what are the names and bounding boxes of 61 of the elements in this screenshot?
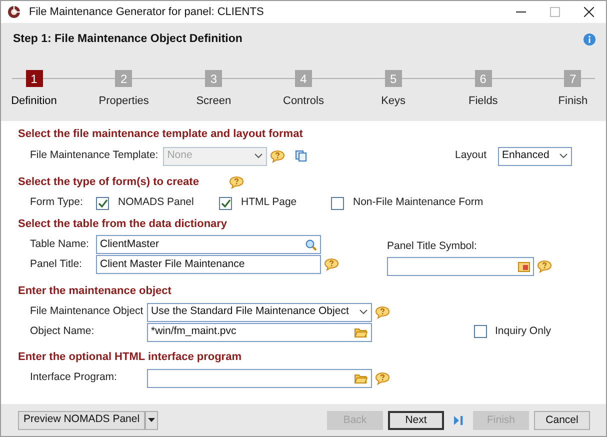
checkbox-label: Non-File Maintenance Form	[353, 195, 484, 210]
help-icon[interactable]	[324, 258, 339, 271]
wizard-button[interactable]: Next	[388, 410, 444, 430]
search-icon[interactable]	[305, 238, 317, 250]
field-label: Table Name:	[30, 236, 90, 252]
object-dropdown[interactable]: Use the Standard File Maintenance Object	[147, 302, 372, 322]
caret-icon	[148, 418, 155, 422]
field-label: Panel Title:	[30, 256, 83, 272]
section-heading: Enter the maintenance object	[18, 286, 172, 297]
section-heading: Select the table from the data dictionary	[18, 219, 228, 230]
step-number[interactable]: 1	[26, 70, 42, 88]
field-label: Layout	[455, 148, 488, 164]
step-label: Properties	[98, 94, 149, 110]
checkbox-label: HTML Page	[241, 195, 297, 210]
skip-to-end-icon[interactable]	[453, 414, 464, 426]
step-title: Step 1: File Maintenance Object Definition	[13, 32, 242, 47]
step-label: Screen	[196, 94, 232, 110]
field-label: Object Name:	[30, 324, 96, 340]
symbol-field[interactable]	[387, 256, 534, 276]
checkbox[interactable]	[331, 196, 344, 210]
help-icon[interactable]	[537, 260, 552, 273]
checkbox-label: NOMADS Panel	[118, 195, 194, 210]
section-heading: Select the type of form(s) to create	[18, 177, 199, 188]
copy-icon[interactable]	[295, 150, 308, 162]
close-icon[interactable]	[584, 7, 594, 17]
step-label: Fields	[468, 94, 498, 110]
text-field[interactable]: ClientMaster	[96, 235, 321, 254]
help-icon[interactable]	[375, 306, 390, 319]
section-heading: Select the file maintenance template and layout format	[18, 129, 304, 140]
step-label: Finish	[558, 94, 588, 110]
checkbox[interactable]	[474, 325, 487, 338]
checkbox[interactable]	[96, 196, 109, 210]
layout-dropdown[interactable]: Enhanced	[498, 146, 572, 166]
field-label: Form Type:	[30, 195, 84, 210]
window-title: File Maintenance Generator for panel: CLIENTS	[29, 4, 265, 20]
step-label: Keys	[381, 94, 406, 110]
help-icon[interactable]	[228, 176, 244, 189]
text-field[interactable]	[147, 368, 372, 388]
field-label: Panel Title Symbol:	[387, 239, 478, 254]
field-label: Interface Program:	[30, 370, 118, 386]
preview-button[interactable]: Preview NOMADS Panel	[18, 410, 145, 430]
dropdown-button[interactable]	[145, 410, 158, 430]
field-label: File Maintenance Object	[30, 304, 144, 320]
section-heading: Enter the optional HTML interface program	[18, 352, 242, 363]
step-label: Definition	[11, 94, 57, 110]
folder-icon[interactable]	[354, 326, 368, 338]
help-icon[interactable]	[375, 372, 390, 385]
help-icon[interactable]	[270, 150, 286, 162]
dropdown-caret-icon[interactable]	[359, 309, 368, 316]
checkbox-label: Inquiry Only	[495, 324, 552, 339]
step-label: Controls	[283, 94, 324, 110]
dropdown-caret-icon[interactable]	[559, 153, 568, 159]
folder-icon[interactable]	[354, 372, 368, 384]
checkbox[interactable]	[219, 196, 232, 210]
symbol-picker-icon[interactable]	[518, 260, 530, 272]
text-field[interactable]: *win/fm_maint.pvc	[147, 322, 372, 342]
app-logo-icon	[7, 5, 21, 19]
field-label: File Maintenance Template:	[30, 148, 158, 164]
info-icon[interactable]	[583, 33, 596, 46]
text-field[interactable]: Client Master File Maintenance	[96, 255, 321, 274]
wizard-button[interactable]: Cancel	[534, 410, 590, 430]
